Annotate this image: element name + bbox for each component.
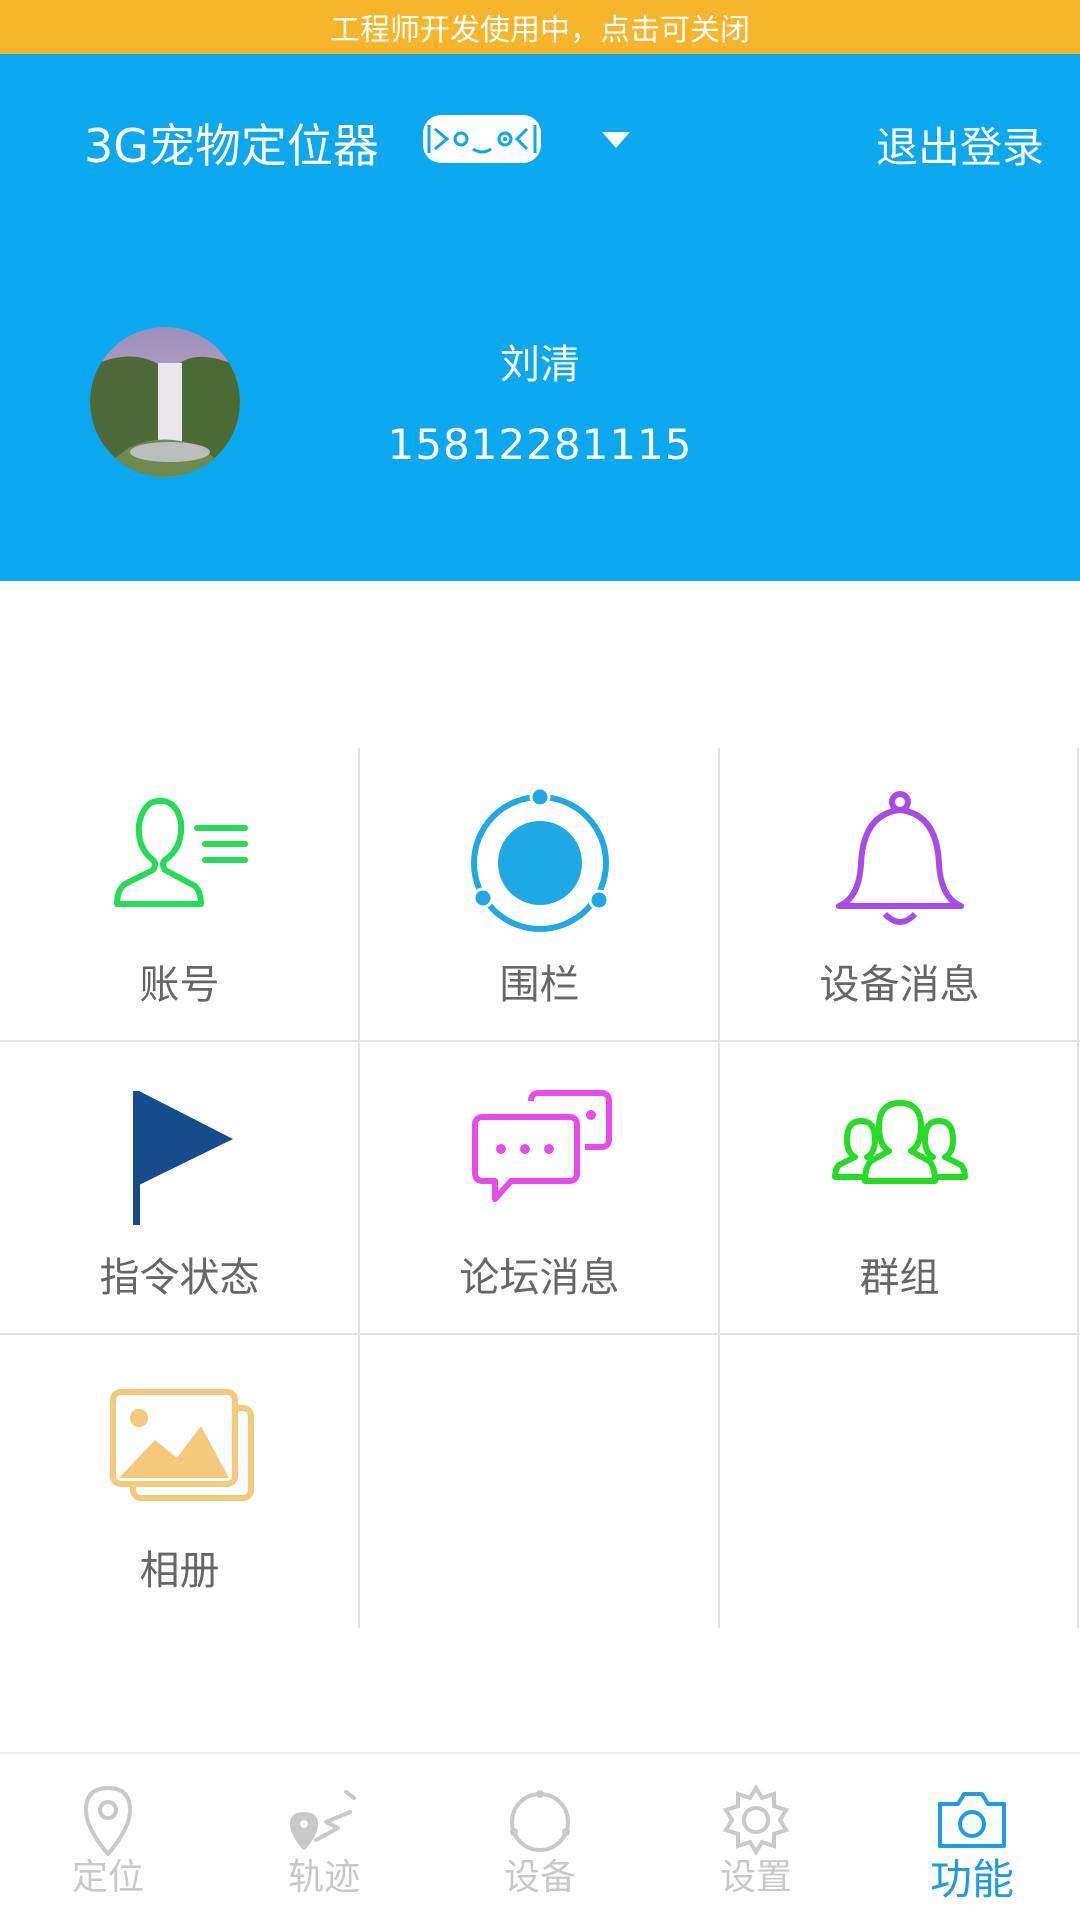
bell-icon <box>835 791 964 925</box>
album-icon <box>109 1389 254 1501</box>
chevron-down-icon[interactable] <box>600 130 632 150</box>
device-icon <box>510 1790 570 1852</box>
flag-icon <box>132 1091 233 1225</box>
user-phone: 15812281115 <box>387 420 693 469</box>
nav-label: 轨迹 <box>287 1857 360 1898</box>
gear-icon <box>723 1784 789 1856</box>
grid-item-label: 围栏 <box>499 962 580 1008</box>
grid-empty-cell <box>720 1334 1079 1626</box>
bottom-nav: 定位 轨迹 设备 设置 功能 <box>0 1752 1080 1922</box>
function-grid: 账号 围栏 设备消息 指令状态 论坛消息 群组 相册 <box>0 748 1080 1628</box>
app-title: 3G宠物定位器 <box>84 119 379 173</box>
nav-item-function[interactable]: 功能 <box>864 1754 1080 1922</box>
grid-item-label: 论坛消息 <box>459 1255 620 1301</box>
grid-item-label: 相册 <box>139 1548 220 1594</box>
location-pin-icon <box>83 1785 133 1856</box>
grid-item-account[interactable]: 账号 <box>0 748 359 1040</box>
user-name: 刘清 <box>500 342 580 388</box>
track-icon <box>290 1790 356 1850</box>
grid-item-group[interactable]: 群组 <box>720 1041 1079 1333</box>
grid-item-label: 设备消息 <box>819 962 980 1008</box>
grid-empty-cell <box>360 1334 719 1626</box>
nav-item-settings[interactable]: 设置 <box>648 1754 864 1922</box>
nav-label: 设置 <box>719 1857 792 1898</box>
account-icon <box>113 798 248 907</box>
nav-item-track[interactable]: 轨迹 <box>216 1754 432 1922</box>
logout-button[interactable]: 退出登录 <box>876 114 1044 175</box>
nav-label: 设备 <box>503 1857 576 1898</box>
grid-item-label: 群组 <box>859 1255 940 1301</box>
grid-item-label: 账号 <box>139 962 220 1008</box>
group-icon <box>831 1100 968 1184</box>
grid-item-command-status[interactable]: 指令状态 <box>0 1041 359 1333</box>
grid-item-label: 指令状态 <box>99 1255 260 1301</box>
grid-item-device-message[interactable]: 设备消息 <box>720 748 1079 1040</box>
nav-label: 功能 <box>929 1855 1014 1904</box>
grid-item-forum-message[interactable]: 论坛消息 <box>360 1041 719 1333</box>
nav-item-device[interactable]: 设备 <box>432 1754 648 1922</box>
nav-label: 定位 <box>71 1857 144 1898</box>
chat-bubbles-icon <box>471 1090 612 1202</box>
dev-banner-text: 工程师开发使用中，点击可关闭 <box>330 13 750 48</box>
dev-mode-banner[interactable]: 工程师开发使用中，点击可关闭 <box>0 0 1080 54</box>
nav-item-locate[interactable]: 定位 <box>0 1754 216 1922</box>
grid-item-album[interactable]: 相册 <box>0 1334 359 1626</box>
header: 3G宠物定位器 退出登录 刘清 15812281115 <box>0 54 1080 581</box>
fence-icon <box>470 788 609 932</box>
device-avatar-icon[interactable] <box>421 111 543 167</box>
grid-item-fence[interactable]: 围栏 <box>360 748 719 1040</box>
